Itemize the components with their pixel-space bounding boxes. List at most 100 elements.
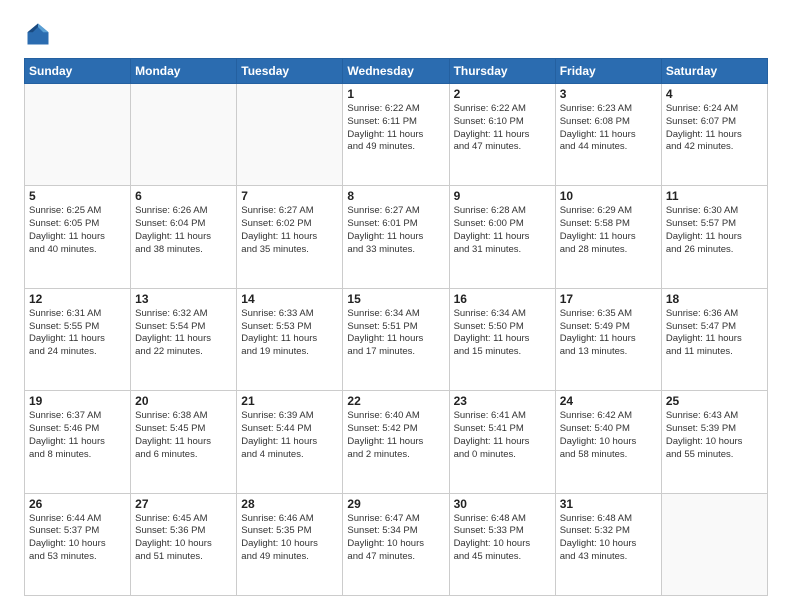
cell-content: Sunrise: 6:29 AM Sunset: 5:58 PM Dayligh…: [560, 205, 657, 256]
week-row-2: 5Sunrise: 6:25 AM Sunset: 6:05 PM Daylig…: [25, 186, 768, 288]
cell-content: Sunrise: 6:35 AM Sunset: 5:49 PM Dayligh…: [560, 308, 657, 359]
day-header-thursday: Thursday: [449, 59, 555, 84]
calendar-cell: 5Sunrise: 6:25 AM Sunset: 6:05 PM Daylig…: [25, 186, 131, 288]
day-number: 12: [29, 292, 126, 306]
day-header-monday: Monday: [131, 59, 237, 84]
cell-content: Sunrise: 6:24 AM Sunset: 6:07 PM Dayligh…: [666, 103, 763, 154]
day-number: 27: [135, 497, 232, 511]
calendar-cell: 17 Sunrise: 6:35 AM Sunset: 5:49 PM Dayli…: [555, 288, 661, 390]
calendar-cell: 30Sunrise: 6:48 AM Sunset: 5:33 PM Dayli…: [449, 493, 555, 595]
calendar-cell: [25, 84, 131, 186]
day-number: 3: [560, 87, 657, 101]
calendar-cell: 26 Sunrise: 6:44 AM Sunset: 5:37 PM Dayli…: [25, 493, 131, 595]
cell-content: Sunrise: 6:38 AM Sunset: 5:45 PM Dayligh…: [135, 410, 232, 461]
calendar-cell: 25 Sunrise: 6:43 AM Sunset: 5:39 PM Dayli…: [661, 391, 767, 493]
day-number: 29: [347, 497, 444, 511]
cell-content: Sunrise: 6:22 AM Sunset: 6:10 PM Dayligh…: [454, 103, 551, 154]
cell-content: Sunrise: 6:22 AM Sunset: 6:11 PM Dayligh…: [347, 103, 444, 154]
calendar-cell: 11 Sunrise: 6:30 AM Sunset: 5:57 PM Dayli…: [661, 186, 767, 288]
day-number: 15: [347, 292, 444, 306]
day-number: 25: [666, 394, 763, 408]
cell-content: Sunrise: 6:27 AM Sunset: 6:02 PM Dayligh…: [241, 205, 338, 256]
cell-content: Sunrise: 6:31 AM Sunset: 5:55 PM Dayligh…: [29, 308, 126, 359]
header: [24, 20, 768, 48]
calendar-cell: [237, 84, 343, 186]
calendar-cell: [131, 84, 237, 186]
calendar-cell: 4 Sunrise: 6:24 AM Sunset: 6:07 PM Daylig…: [661, 84, 767, 186]
week-row-1: 1 Sunrise: 6:22 AM Sunset: 6:11 PM Daylig…: [25, 84, 768, 186]
day-number: 4: [666, 87, 763, 101]
calendar-cell: 12 Sunrise: 6:31 AM Sunset: 5:55 PM Dayli…: [25, 288, 131, 390]
day-number: 28: [241, 497, 338, 511]
day-number: 23: [454, 394, 551, 408]
cell-content: Sunrise: 6:23 AM Sunset: 6:08 PM Dayligh…: [560, 103, 657, 154]
day-number: 31: [560, 497, 657, 511]
cell-content: Sunrise: 6:34 AM Sunset: 5:51 PM Dayligh…: [347, 308, 444, 359]
cell-content: Sunrise: 6:44 AM Sunset: 5:37 PM Dayligh…: [29, 513, 126, 564]
week-row-4: 19Sunrise: 6:37 AM Sunset: 5:46 PM Dayli…: [25, 391, 768, 493]
calendar-cell: 15 Sunrise: 6:34 AM Sunset: 5:51 PM Dayli…: [343, 288, 449, 390]
calendar-table: SundayMondayTuesdayWednesdayThursdayFrid…: [24, 58, 768, 596]
cell-content: Sunrise: 6:41 AM Sunset: 5:41 PM Dayligh…: [454, 410, 551, 461]
cell-content: Sunrise: 6:34 AM Sunset: 5:50 PM Dayligh…: [454, 308, 551, 359]
day-number: 11: [666, 189, 763, 203]
day-number: 24: [560, 394, 657, 408]
calendar-cell: 18 Sunrise: 6:36 AM Sunset: 5:47 PM Dayli…: [661, 288, 767, 390]
cell-content: Sunrise: 6:42 AM Sunset: 5:40 PM Dayligh…: [560, 410, 657, 461]
calendar-cell: 22 Sunrise: 6:40 AM Sunset: 5:42 PM Dayli…: [343, 391, 449, 493]
cell-content: Sunrise: 6:47 AM Sunset: 5:34 PM Dayligh…: [347, 513, 444, 564]
day-number: 21: [241, 394, 338, 408]
cell-content: Sunrise: 6:27 AM Sunset: 6:01 PM Dayligh…: [347, 205, 444, 256]
calendar-cell: 9Sunrise: 6:28 AM Sunset: 6:00 PM Daylig…: [449, 186, 555, 288]
day-header-tuesday: Tuesday: [237, 59, 343, 84]
logo-icon: [24, 20, 52, 48]
page: SundayMondayTuesdayWednesdayThursdayFrid…: [0, 0, 792, 612]
cell-content: Sunrise: 6:33 AM Sunset: 5:53 PM Dayligh…: [241, 308, 338, 359]
cell-content: Sunrise: 6:30 AM Sunset: 5:57 PM Dayligh…: [666, 205, 763, 256]
day-number: 7: [241, 189, 338, 203]
day-number: 26: [29, 497, 126, 511]
calendar-cell: 10 Sunrise: 6:29 AM Sunset: 5:58 PM Dayli…: [555, 186, 661, 288]
calendar-cell: 1 Sunrise: 6:22 AM Sunset: 6:11 PM Daylig…: [343, 84, 449, 186]
day-header-saturday: Saturday: [661, 59, 767, 84]
logo: [24, 20, 56, 48]
calendar-cell: 13 Sunrise: 6:32 AM Sunset: 5:54 PM Dayli…: [131, 288, 237, 390]
cell-content: Sunrise: 6:26 AM Sunset: 6:04 PM Dayligh…: [135, 205, 232, 256]
day-number: 13: [135, 292, 232, 306]
calendar-cell: 16 Sunrise: 6:34 AM Sunset: 5:50 PM Dayli…: [449, 288, 555, 390]
day-number: 10: [560, 189, 657, 203]
calendar-cell: 23 Sunrise: 6:41 AM Sunset: 5:41 PM Dayli…: [449, 391, 555, 493]
week-row-3: 12 Sunrise: 6:31 AM Sunset: 5:55 PM Dayli…: [25, 288, 768, 390]
day-number: 17: [560, 292, 657, 306]
day-number: 16: [454, 292, 551, 306]
cell-content: Sunrise: 6:43 AM Sunset: 5:39 PM Dayligh…: [666, 410, 763, 461]
cell-content: Sunrise: 6:46 AM Sunset: 5:35 PM Dayligh…: [241, 513, 338, 564]
day-number: 20: [135, 394, 232, 408]
calendar-cell: 3 Sunrise: 6:23 AM Sunset: 6:08 PM Daylig…: [555, 84, 661, 186]
calendar-cell: 20 Sunrise: 6:38 AM Sunset: 5:45 PM Dayli…: [131, 391, 237, 493]
cell-content: Sunrise: 6:40 AM Sunset: 5:42 PM Dayligh…: [347, 410, 444, 461]
day-number: 5: [29, 189, 126, 203]
calendar-cell: 7 Sunrise: 6:27 AM Sunset: 6:02 PM Daylig…: [237, 186, 343, 288]
day-number: 8: [347, 189, 444, 203]
cell-content: Sunrise: 6:48 AM Sunset: 5:33 PM Dayligh…: [454, 513, 551, 564]
cell-content: Sunrise: 6:48 AM Sunset: 5:32 PM Dayligh…: [560, 513, 657, 564]
calendar-cell: 29 Sunrise: 6:47 AM Sunset: 5:34 PM Dayli…: [343, 493, 449, 595]
calendar-header-row: SundayMondayTuesdayWednesdayThursdayFrid…: [25, 59, 768, 84]
calendar-cell: 24 Sunrise: 6:42 AM Sunset: 5:40 PM Dayli…: [555, 391, 661, 493]
cell-content: Sunrise: 6:32 AM Sunset: 5:54 PM Dayligh…: [135, 308, 232, 359]
calendar-cell: 6 Sunrise: 6:26 AM Sunset: 6:04 PM Daylig…: [131, 186, 237, 288]
day-number: 6: [135, 189, 232, 203]
calendar-cell: 19Sunrise: 6:37 AM Sunset: 5:46 PM Dayli…: [25, 391, 131, 493]
cell-content: Sunrise: 6:36 AM Sunset: 5:47 PM Dayligh…: [666, 308, 763, 359]
calendar-cell: [661, 493, 767, 595]
day-number: 18: [666, 292, 763, 306]
day-number: 22: [347, 394, 444, 408]
calendar-cell: 8 Sunrise: 6:27 AM Sunset: 6:01 PM Daylig…: [343, 186, 449, 288]
day-number: 2: [454, 87, 551, 101]
calendar-cell: 28 Sunrise: 6:46 AM Sunset: 5:35 PM Dayli…: [237, 493, 343, 595]
day-number: 14: [241, 292, 338, 306]
day-number: 1: [347, 87, 444, 101]
day-header-friday: Friday: [555, 59, 661, 84]
day-header-sunday: Sunday: [25, 59, 131, 84]
